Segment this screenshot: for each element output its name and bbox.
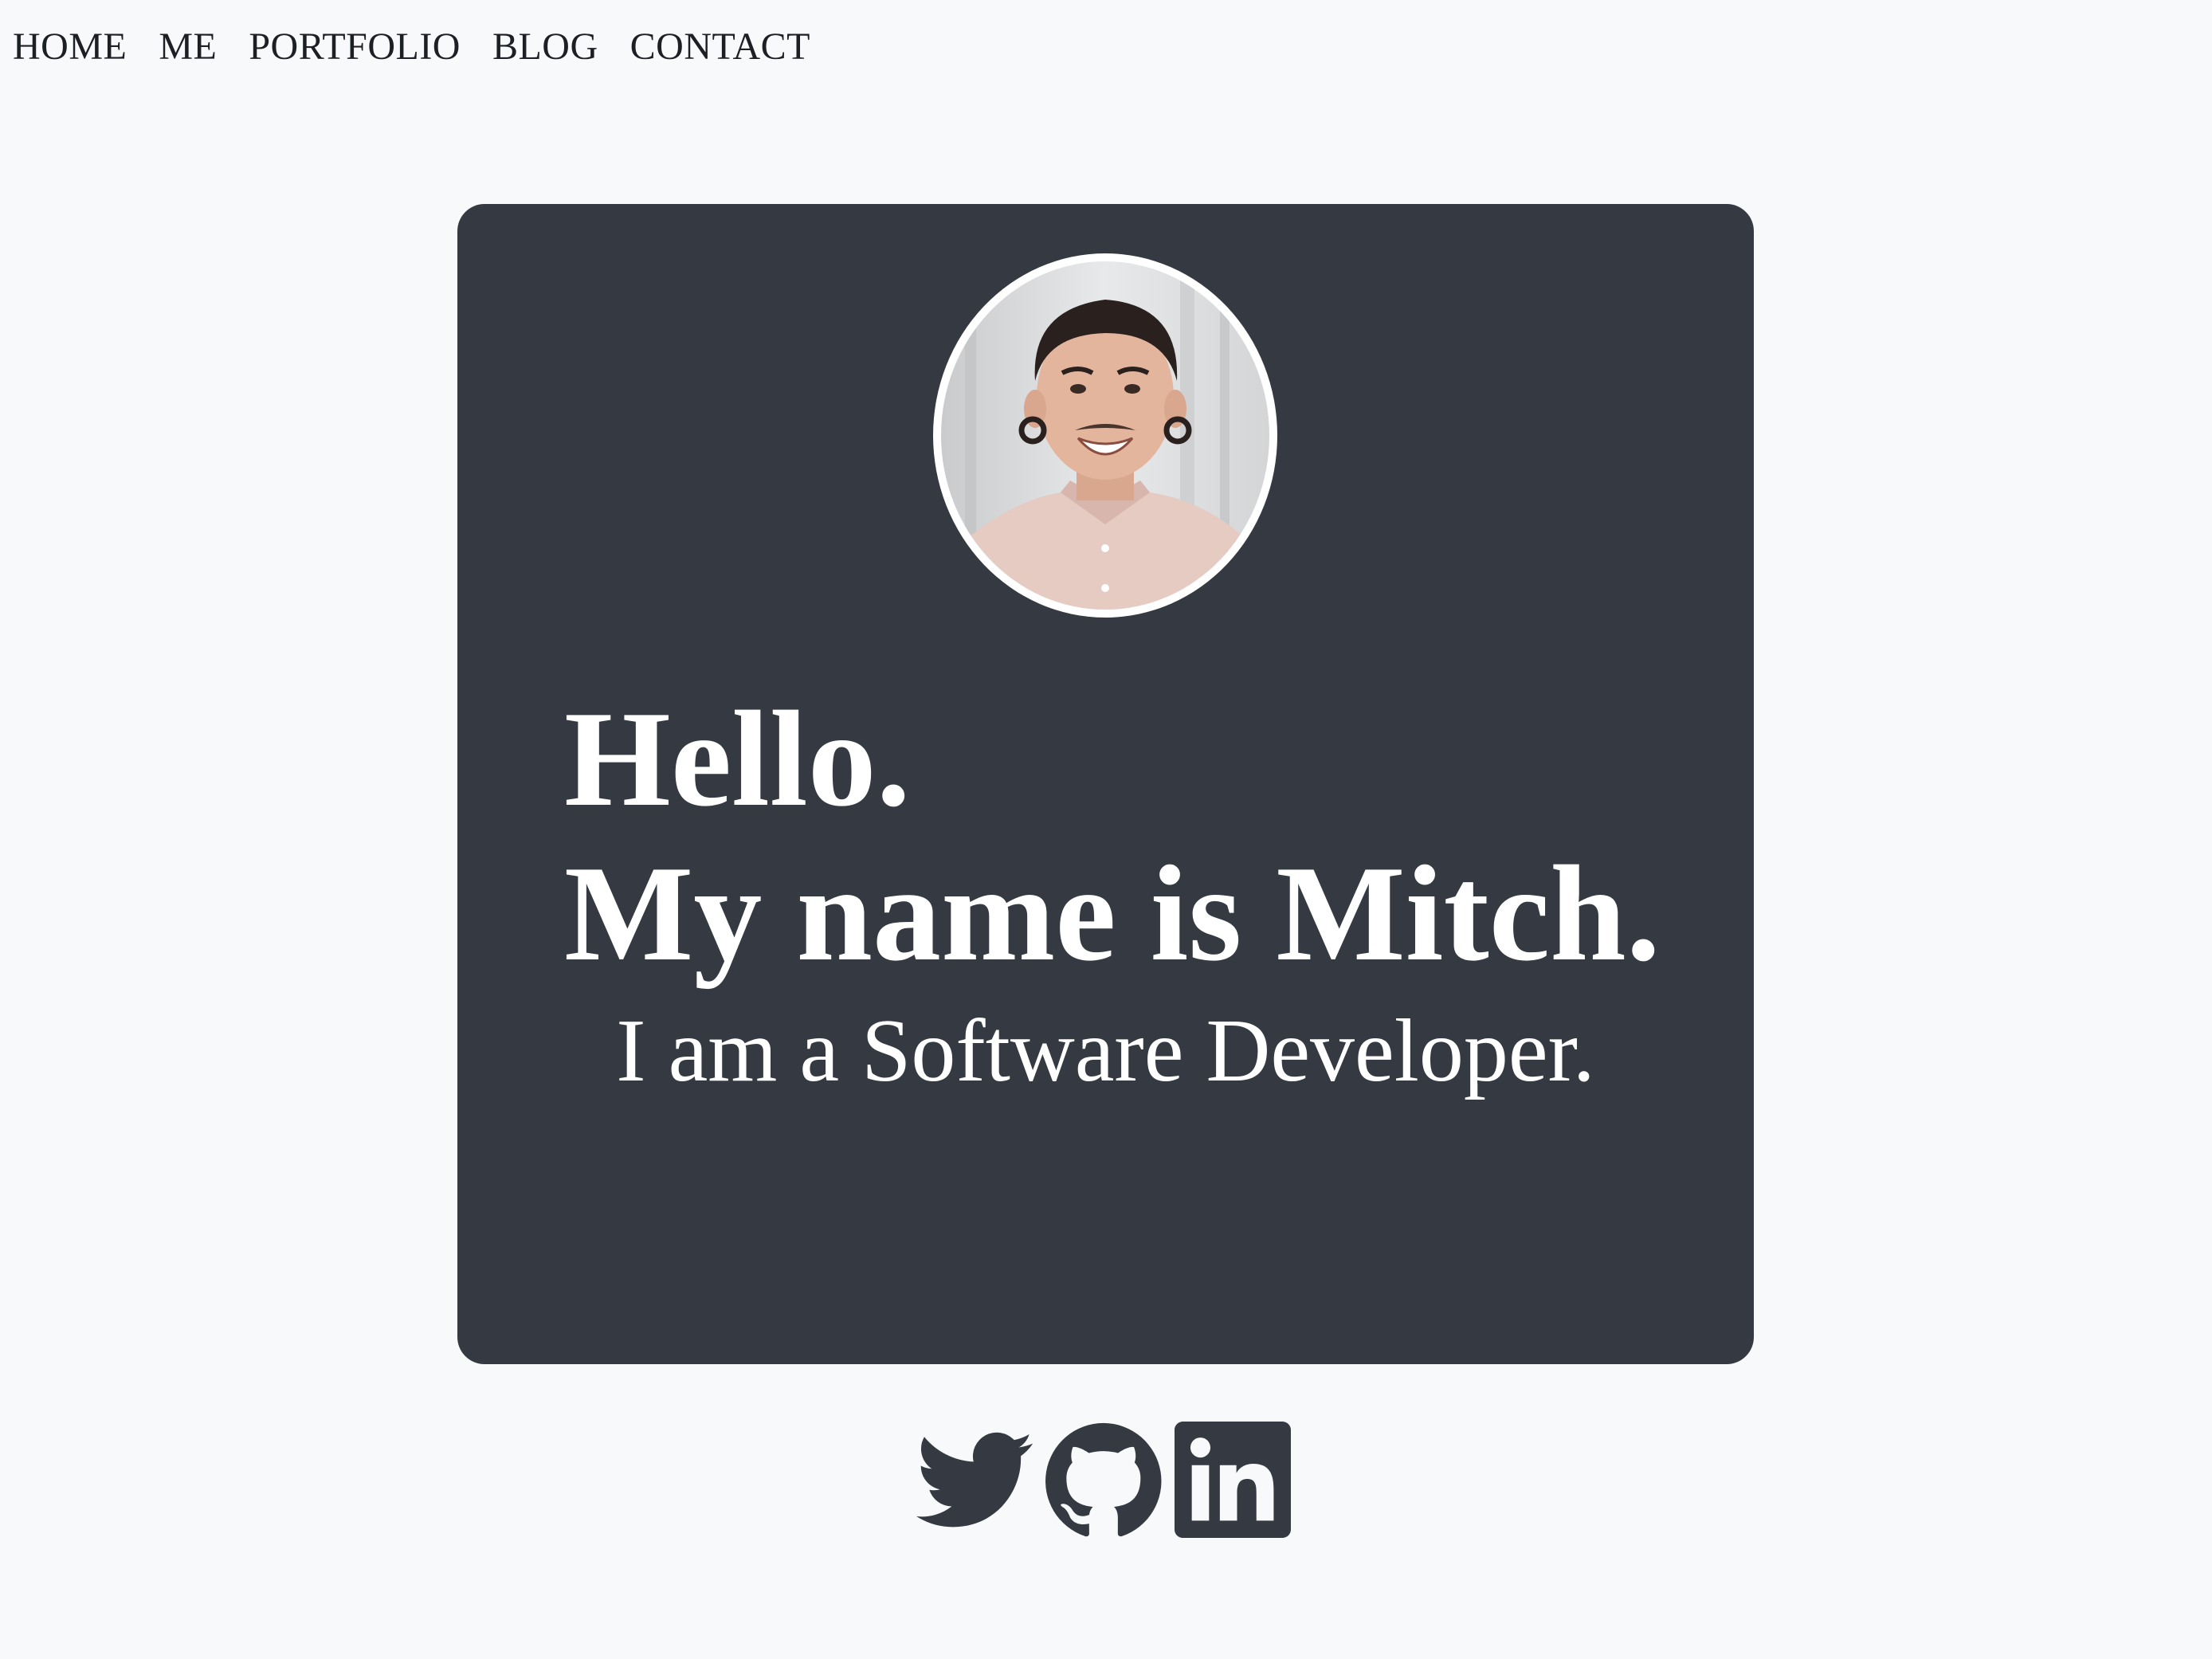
nav-home-link[interactable]: HOME [13,28,127,66]
social-links [916,1422,1291,1538]
nav-portfolio-link[interactable]: PORTFOLIO [249,28,461,66]
intro-card: Hello. My name is Mitch. I am a Software… [457,204,1754,1364]
name-text: My name is Mitch. [564,838,1661,990]
profile-photo [941,261,1269,610]
avatar [933,253,1277,618]
linkedin-link[interactable] [1175,1422,1291,1538]
nav-blog-link[interactable]: BLOG [492,28,598,66]
linkedin-icon [1175,1422,1291,1538]
github-icon [1045,1422,1162,1537]
nav-contact-link[interactable]: CONTACT [630,28,810,66]
github-link[interactable] [1045,1422,1162,1538]
greeting-text: Hello. [564,684,911,835]
top-nav: HOME ME PORTFOLIO BLOG CONTACT [13,19,810,75]
twitter-icon [916,1432,1033,1528]
hero-heading: Hello. My name is Mitch. [564,682,1661,991]
tagline-text: I am a Software Developer. [616,1002,1595,1100]
twitter-link[interactable] [916,1422,1033,1538]
nav-me-link[interactable]: ME [159,28,217,66]
